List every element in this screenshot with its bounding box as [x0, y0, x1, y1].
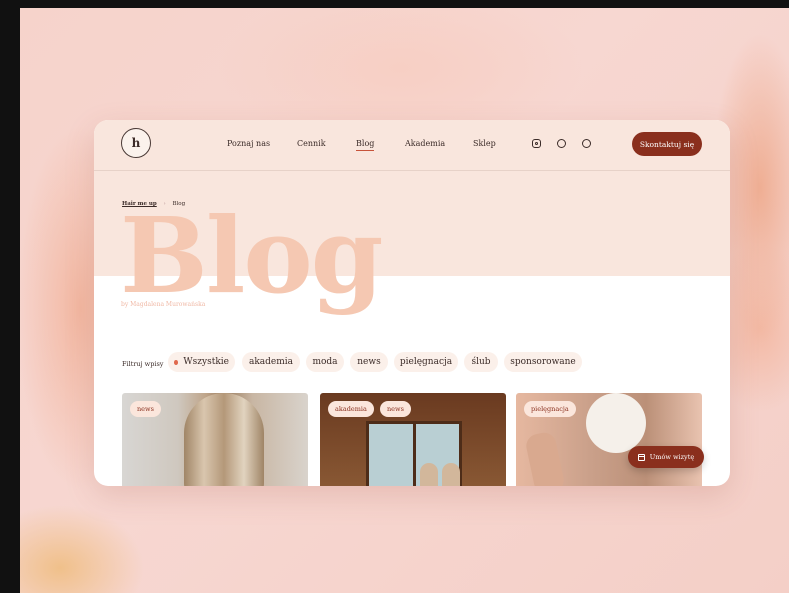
book-appointment-button[interactable]: Umów wizytę	[628, 446, 704, 468]
nav-item-akademia[interactable]: Akademia	[405, 139, 445, 148]
pinterest-icon[interactable]	[582, 139, 591, 148]
post-tag[interactable]: news	[130, 401, 161, 417]
filter-chip-label: Wszystkie	[183, 357, 229, 367]
post-tag[interactable]: news	[380, 401, 411, 417]
filter-chip-pielegnacja[interactable]: pielęgnacja	[394, 352, 458, 372]
nav-item-sklep[interactable]: Sklep	[473, 139, 496, 148]
filter-chip-news[interactable]: news	[350, 352, 388, 372]
author-byline: by Magdalena Murowańska	[121, 301, 206, 308]
post-image-hand	[524, 430, 566, 486]
filter-chip-slub[interactable]: ślub	[464, 352, 498, 372]
filter-chip-akademia[interactable]: akademia	[242, 352, 300, 372]
post-image-person	[442, 463, 460, 486]
website-window: h Poznaj nas Cennik Blog Akademia Sklep …	[94, 120, 730, 486]
page-title: Blog	[120, 194, 383, 317]
blog-post-card[interactable]: akademia news	[320, 393, 506, 486]
filter-label: Filtruj wpisy	[122, 360, 164, 368]
logo-mark: h	[131, 136, 141, 150]
post-tag[interactable]: pielęgnacja	[524, 401, 576, 417]
nav-item-blog[interactable]: Blog	[356, 139, 375, 151]
contact-button[interactable]: Skontaktuj się	[632, 132, 702, 156]
header-bar: h Poznaj nas Cennik Blog Akademia Sklep …	[94, 120, 730, 171]
site-logo[interactable]: h	[121, 128, 151, 158]
nav-item-cennik[interactable]: Cennik	[297, 139, 326, 148]
filter-chip-moda[interactable]: moda	[306, 352, 344, 372]
blog-post-card[interactable]: news	[122, 393, 308, 486]
post-tag[interactable]: akademia	[328, 401, 374, 417]
nav-item-poznaj-nas[interactable]: Poznaj nas	[227, 139, 270, 148]
instagram-icon[interactable]	[532, 139, 541, 148]
facebook-icon[interactable]	[557, 139, 566, 148]
post-image-foam	[586, 393, 646, 453]
filter-chip-wszystkie[interactable]: Wszystkie	[168, 352, 235, 372]
active-dot-icon	[174, 359, 179, 365]
filter-chip-sponsorowane[interactable]: sponsorowane	[504, 352, 582, 372]
book-appointment-label: Umów wizytę	[649, 453, 695, 461]
post-image-hair	[184, 393, 264, 486]
post-image-person	[420, 463, 438, 486]
blog-post-card[interactable]: pielęgnacja	[516, 393, 702, 486]
calendar-icon	[637, 453, 645, 461]
